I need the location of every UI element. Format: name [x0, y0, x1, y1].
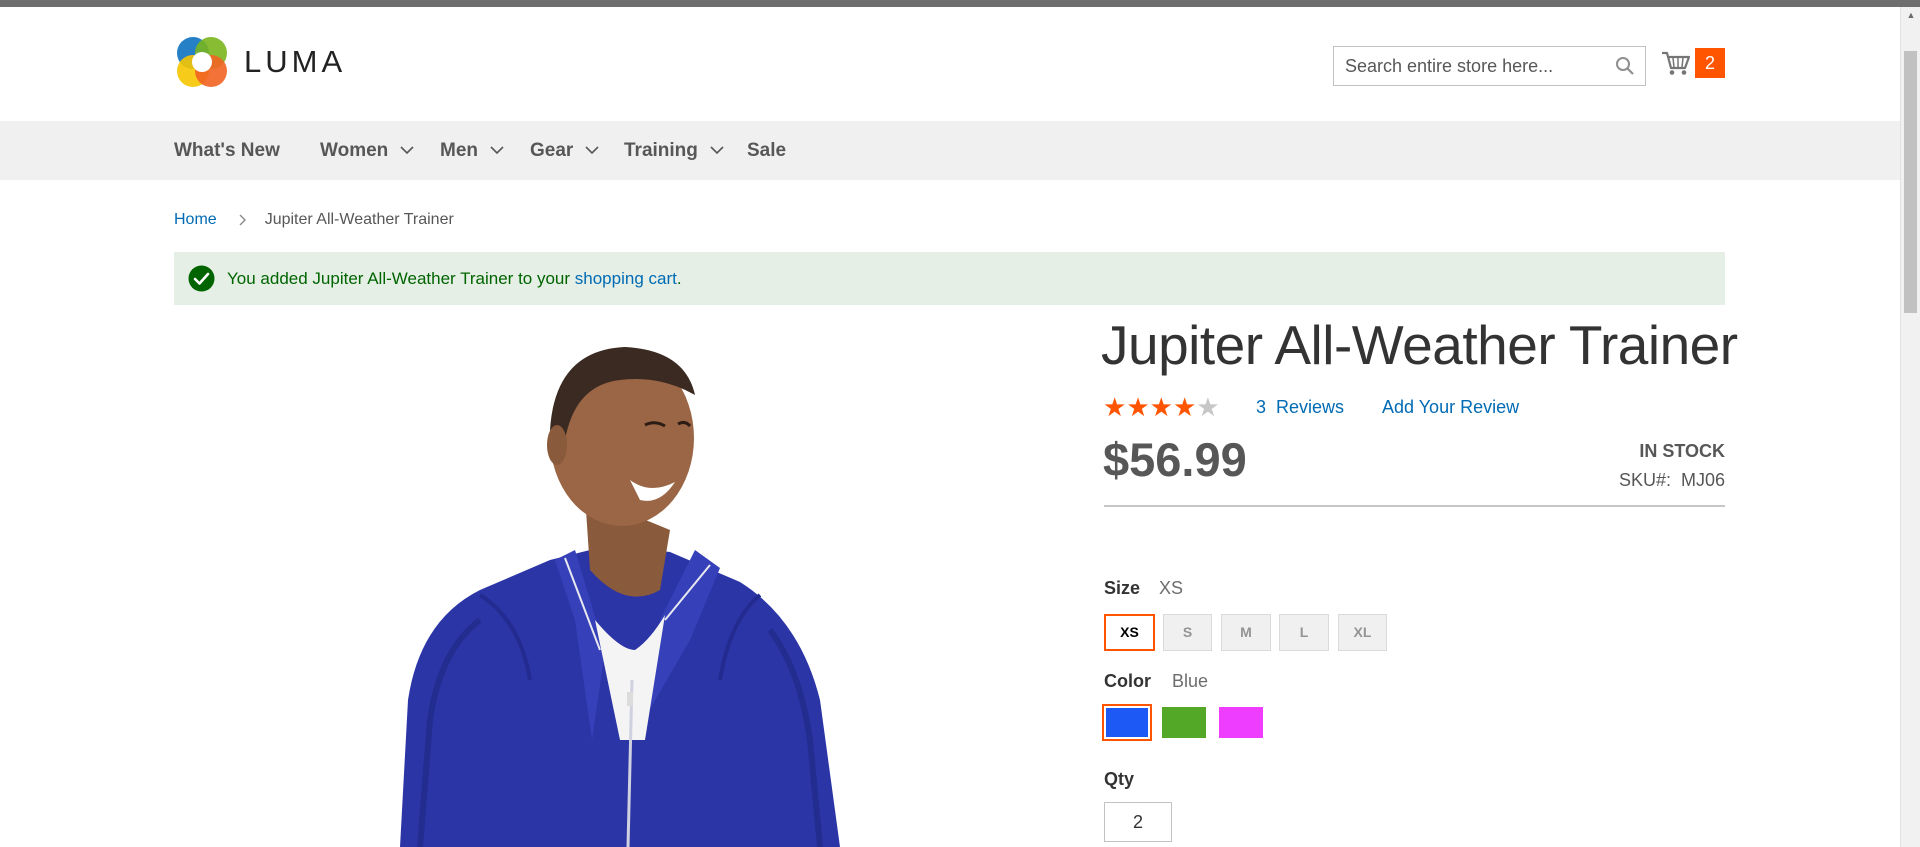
- nav-item-men[interactable]: Men: [440, 121, 504, 180]
- color-swatch-blue[interactable]: [1102, 704, 1152, 741]
- color-swatch-green[interactable]: [1162, 707, 1206, 738]
- star-icon: ★: [1126, 392, 1150, 422]
- sku-value: MJ06: [1680, 470, 1725, 490]
- star-icon: ★: [1172, 392, 1197, 422]
- chevron-down-icon: [585, 146, 599, 155]
- nav-item-label: Sale: [747, 140, 787, 161]
- nav-item-sale[interactable]: Sale: [747, 121, 786, 180]
- scrollbar-thumb[interactable]: [1904, 51, 1917, 313]
- reviews-link[interactable]: 3 Reviews: [1256, 397, 1344, 418]
- scroll-up-arrow-icon[interactable]: ▲: [1901, 7, 1920, 24]
- search-input[interactable]: [1334, 47, 1604, 85]
- size-swatch-s[interactable]: S: [1163, 614, 1212, 651]
- logo-text: LUMA: [244, 44, 347, 79]
- main-navigation: What's New Women Men Gear Training Sale: [0, 121, 1900, 180]
- cart-icon[interactable]: [1661, 50, 1691, 76]
- star-icon: ★: [1103, 392, 1127, 422]
- product-price: $56.99: [1103, 433, 1247, 486]
- add-review-link[interactable]: Add Your Review: [1382, 397, 1519, 418]
- nav-item-gear[interactable]: Gear: [530, 121, 599, 180]
- chevron-right-icon: [239, 214, 246, 226]
- size-swatch-l[interactable]: L: [1279, 614, 1329, 651]
- store-logo[interactable]: LUMA: [174, 34, 346, 90]
- nav-item-label: Gear: [530, 140, 574, 161]
- luma-logo-icon: [177, 37, 227, 87]
- shopping-cart-link[interactable]: shopping cart: [575, 269, 677, 289]
- size-swatch-xl[interactable]: XL: [1338, 614, 1387, 651]
- chevron-down-icon: [710, 146, 724, 155]
- nav-item-training[interactable]: Training: [624, 121, 724, 180]
- cart-count-badge[interactable]: 2: [1695, 48, 1725, 78]
- page-scrollbar[interactable]: ▲: [1900, 7, 1920, 847]
- page-header: LUMA 2: [0, 7, 1900, 121]
- size-label: Size: [1104, 578, 1141, 598]
- nav-item-label: Men: [440, 140, 478, 161]
- color-selected-value: Blue: [1172, 671, 1209, 691]
- rating-stars: ★ ★ ★ ★ ★: [1103, 394, 1220, 420]
- breadcrumb-home-link[interactable]: Home: [174, 211, 217, 229]
- star-icon: ★: [1149, 392, 1173, 422]
- qty-input[interactable]: [1104, 802, 1172, 842]
- star-icon: ★: [1196, 392, 1220, 422]
- breadcrumb: Home Jupiter All-Weather Trainer: [174, 211, 454, 229]
- nav-item-label: Women: [320, 140, 389, 161]
- browser-top-strip: [0, 0, 1920, 7]
- divider: [1104, 505, 1725, 507]
- product-rating: ★ ★ ★ ★ ★: [1103, 394, 1220, 420]
- product-image[interactable]: [360, 320, 940, 847]
- search-box: [1333, 46, 1646, 86]
- nav-item-women[interactable]: Women: [320, 121, 414, 180]
- product-sku: SKU#: MJ06: [1619, 470, 1725, 491]
- message-suffix: .: [676, 268, 682, 288]
- nav-item-whats-new[interactable]: What's New: [174, 121, 280, 180]
- message-text: You added Jupiter All-Weather Trainer to…: [227, 268, 575, 288]
- color-label: Color: [1104, 671, 1151, 691]
- stock-status: IN STOCK: [1639, 441, 1725, 461]
- nav-item-label: What's New: [174, 140, 280, 161]
- product-photo-model-jacket: [400, 347, 840, 847]
- minicart[interactable]: 2: [1661, 48, 1725, 78]
- color-swatch-purple[interactable]: [1219, 707, 1263, 738]
- success-message: You added Jupiter All-Weather Trainer to…: [174, 252, 1725, 305]
- qty-label: Qty: [1104, 769, 1135, 789]
- size-swatch-m[interactable]: M: [1221, 614, 1271, 651]
- breadcrumb-current: Jupiter All-Weather Trainer: [264, 211, 454, 228]
- product-title: Jupiter All-Weather Trainer: [1101, 314, 1738, 376]
- size-selected-value: XS: [1159, 578, 1184, 598]
- chevron-down-icon: [490, 146, 504, 155]
- size-swatch-xs[interactable]: XS: [1104, 614, 1155, 651]
- sku-label: SKU#:: [1618, 470, 1671, 490]
- chevron-down-icon: [400, 146, 414, 155]
- search-icon[interactable]: [1615, 56, 1635, 76]
- nav-item-label: Training: [624, 140, 698, 161]
- checkmark-circle-icon: [188, 265, 215, 292]
